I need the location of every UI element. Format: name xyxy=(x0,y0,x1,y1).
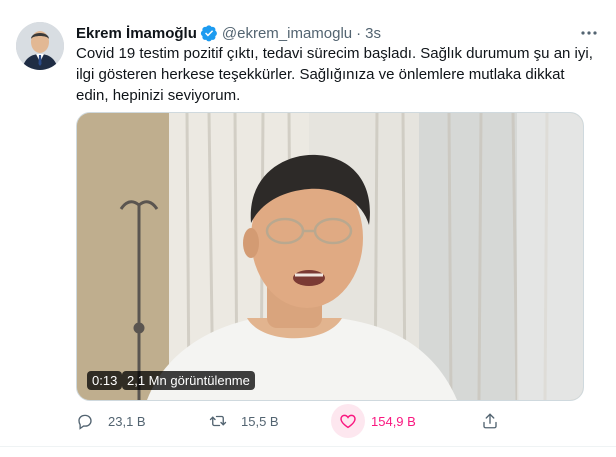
video-frame xyxy=(77,113,583,400)
like-button[interactable]: 154,9 B xyxy=(331,402,416,440)
like-count: 154,9 B xyxy=(371,413,416,429)
tweet-timestamp[interactable]: 3s xyxy=(365,25,381,42)
share-icon xyxy=(473,404,507,438)
retweet-count: 15,5 B xyxy=(241,413,279,429)
video-player[interactable]: 0:13 2,1 Mn görüntülenme xyxy=(76,112,584,401)
avatar[interactable] xyxy=(16,22,64,70)
more-dots-icon[interactable] xyxy=(580,24,598,42)
retweet-button[interactable]: 15,5 B xyxy=(201,402,279,440)
reply-count: 23,1 B xyxy=(108,413,146,429)
tweet-header: Ekrem İmamoğlu @ekrem_imamoglu · 3s xyxy=(76,22,381,44)
tweet-text: Covid 19 testim pozitif çıktı, tedavi sü… xyxy=(76,45,593,104)
verified-badge-icon xyxy=(200,24,218,42)
tweet-actions: 23,1 B 15,5 B 154,9 B xyxy=(76,402,596,440)
video-duration-badge: 0:13 xyxy=(87,371,123,390)
author-name[interactable]: Ekrem İmamoğlu xyxy=(76,25,197,42)
tweet-divider xyxy=(0,446,616,447)
heart-icon xyxy=(331,404,365,438)
tweet-card[interactable]: Ekrem İmamoğlu @ekrem_imamoglu · 3s Covi… xyxy=(0,0,616,457)
share-button[interactable] xyxy=(473,402,507,440)
video-views-badge: 2,1 Mn görüntülenme xyxy=(122,371,255,390)
separator-dot: · xyxy=(356,24,362,42)
avatar-image xyxy=(16,22,64,70)
retweet-icon xyxy=(201,404,235,438)
reply-button[interactable]: 23,1 B xyxy=(68,402,146,440)
author-handle[interactable]: @ekrem_imamoglu xyxy=(222,25,352,42)
reply-icon xyxy=(68,404,102,438)
